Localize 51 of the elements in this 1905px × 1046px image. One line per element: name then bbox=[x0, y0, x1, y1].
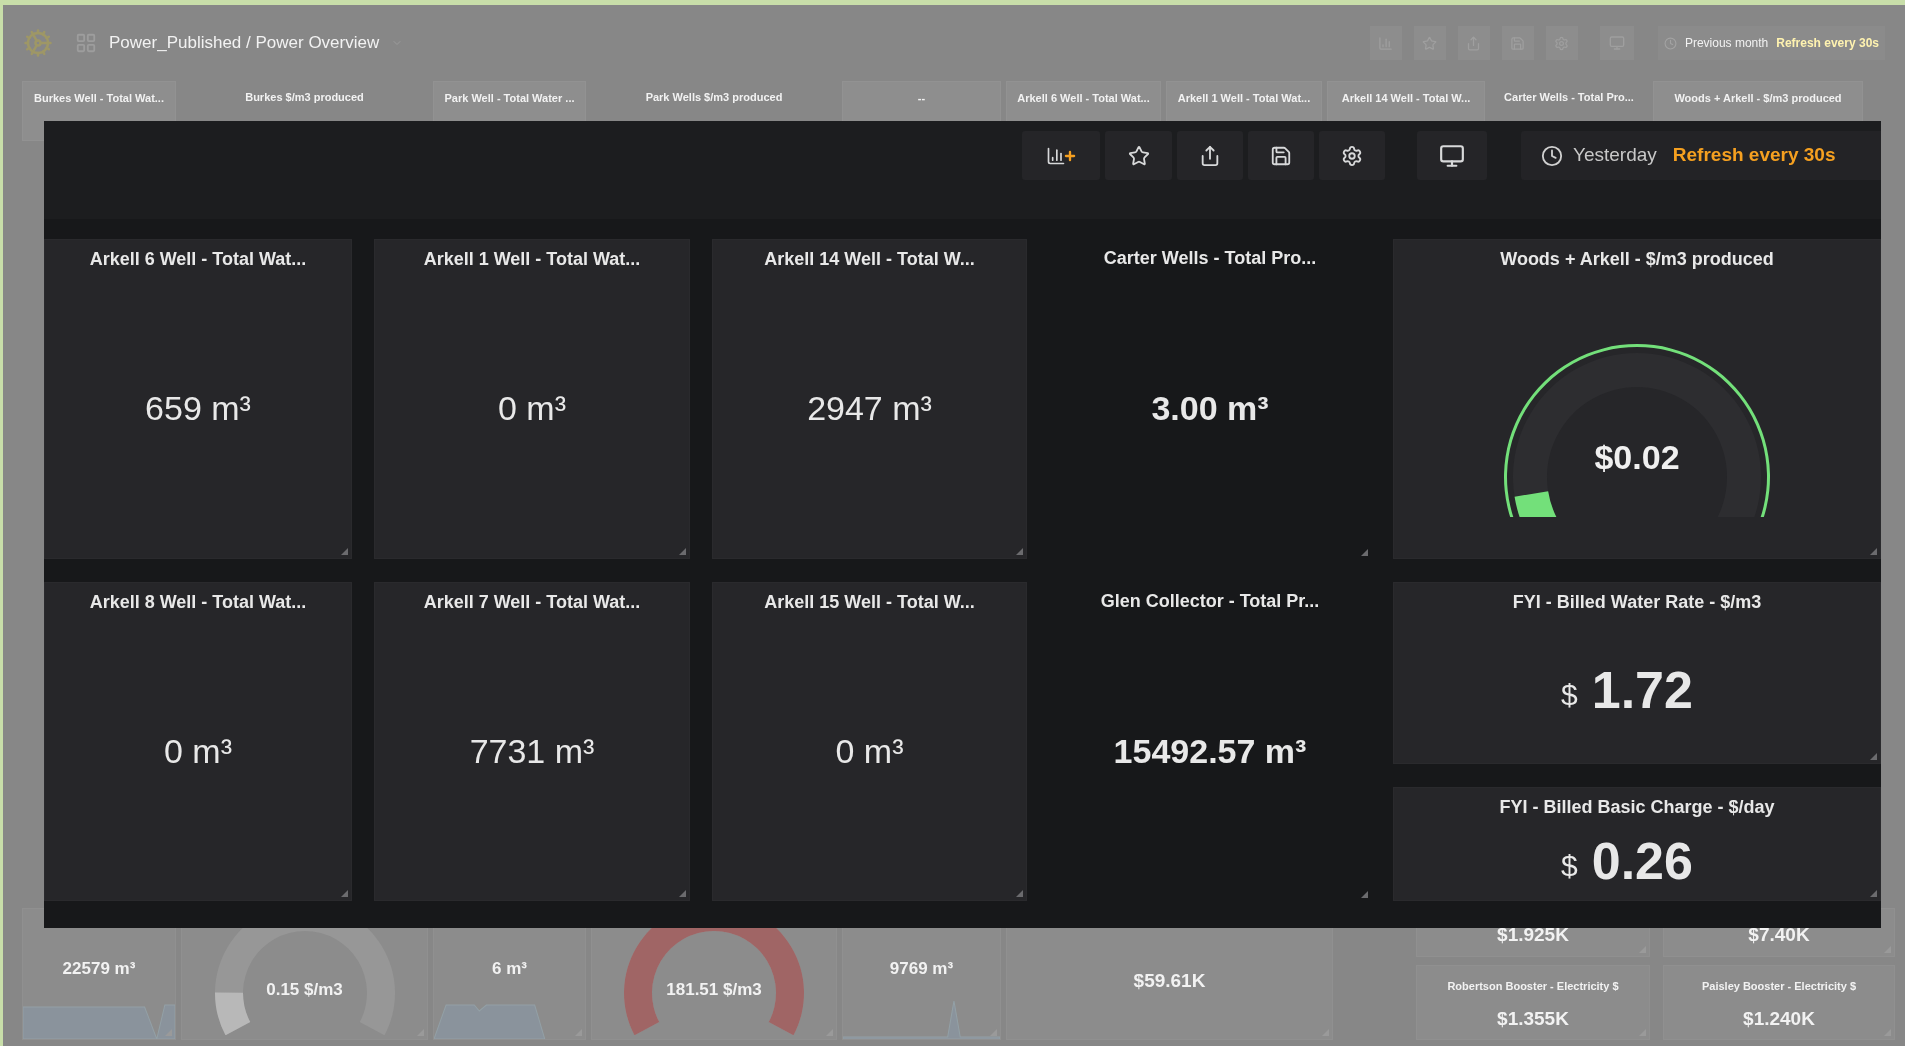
stat-value: $59.61K bbox=[1133, 968, 1206, 993]
panel-title: Arkell 8 Well - Total Wat... bbox=[89, 591, 307, 614]
panel-title: FYI - Billed Water Rate - $/m3 bbox=[1512, 591, 1762, 614]
panel-title: Arkell 6 Well - Total Wat... bbox=[89, 248, 307, 271]
time-range[interactable]: Yesterday bbox=[1573, 141, 1657, 170]
panel-title: Arkell 14 Well - Total W... bbox=[764, 248, 975, 271]
refresh-interval[interactable]: Refresh every 30s bbox=[1776, 34, 1879, 52]
stat-prefix: $ bbox=[1561, 848, 1578, 884]
panel-title: Carter Wells - Total Pro... bbox=[1103, 247, 1317, 270]
stat-prefix: $ bbox=[1561, 677, 1578, 713]
panel-title: Arkell 1 Well - Total Wat... bbox=[1177, 91, 1311, 106]
panel-title: Arkell 7 Well - Total Wat... bbox=[423, 591, 641, 614]
dashboard-breadcrumb[interactable]: Power_Published / Power Overview bbox=[109, 30, 380, 56]
stat-value: 659 m³ bbox=[145, 388, 251, 429]
panel-title: Burkes Well - Total Wat... bbox=[34, 91, 164, 106]
gauge-value: $0.02 bbox=[1593, 437, 1681, 478]
panel-title: Arkell 15 Well - Total W... bbox=[764, 591, 975, 614]
panel-title: Paisley Booster - Electricity $ bbox=[1701, 979, 1857, 994]
stat-value: 0 m³ bbox=[835, 730, 904, 772]
stat-value: 0 m³ bbox=[498, 388, 566, 429]
time-range[interactable]: Previous month bbox=[1684, 34, 1769, 52]
panel-title: Glen Collector - Total Pr... bbox=[1100, 590, 1320, 613]
panel-title: Burkes $/m3 produced bbox=[245, 90, 364, 105]
panel-title: Carter Wells - Total Pro... bbox=[1504, 90, 1634, 105]
panel-title: Robertson Booster - Electricity $ bbox=[1447, 979, 1619, 994]
stat-value: 2947 m³ bbox=[807, 388, 932, 429]
panel-title: -- bbox=[917, 91, 926, 106]
stat-value: 9769 m³ bbox=[889, 957, 954, 980]
stat-value: 22579 m³ bbox=[62, 957, 136, 980]
stat-value: $1.925K bbox=[1497, 923, 1569, 948]
panel-title: Park Wells $/m3 produced bbox=[645, 90, 783, 105]
stat-value: 15492.57 m³ bbox=[1113, 730, 1307, 772]
refresh-interval[interactable]: Refresh every 30s bbox=[1672, 141, 1836, 170]
stat-value: 7731 m³ bbox=[469, 730, 595, 772]
stat-value: 3.00 m³ bbox=[1151, 388, 1269, 429]
panel-title: Woods + Arkell - $/m3 produced bbox=[1500, 248, 1774, 271]
panel-title: Arkell 1 Well - Total Wat... bbox=[423, 248, 641, 271]
panel-title: Arkell 14 Well - Total W... bbox=[1341, 91, 1471, 106]
gauge-value: 181.51 $/m3 bbox=[665, 979, 763, 1001]
stat-value: 0 m³ bbox=[164, 730, 232, 772]
panel-title: Arkell 6 Well - Total Wat... bbox=[1017, 91, 1150, 106]
panel-title: Park Well - Total Water ... bbox=[444, 91, 575, 106]
panel-title: Woods + Arkell - $/m3 produced bbox=[1674, 91, 1842, 106]
stat-value: 6 m³ bbox=[492, 957, 527, 980]
stat-value: $7.40K bbox=[1748, 923, 1810, 948]
stat-value: $1.240K bbox=[1743, 1006, 1815, 1031]
stat-value: $1.355K bbox=[1497, 1006, 1569, 1031]
stat-value: 1.72 bbox=[1591, 659, 1693, 721]
stat-value: 0.26 bbox=[1591, 830, 1693, 892]
panel-title: FYI - Billed Basic Charge - $/day bbox=[1499, 796, 1775, 819]
gauge-value: 0.15 $/m3 bbox=[265, 979, 344, 1001]
